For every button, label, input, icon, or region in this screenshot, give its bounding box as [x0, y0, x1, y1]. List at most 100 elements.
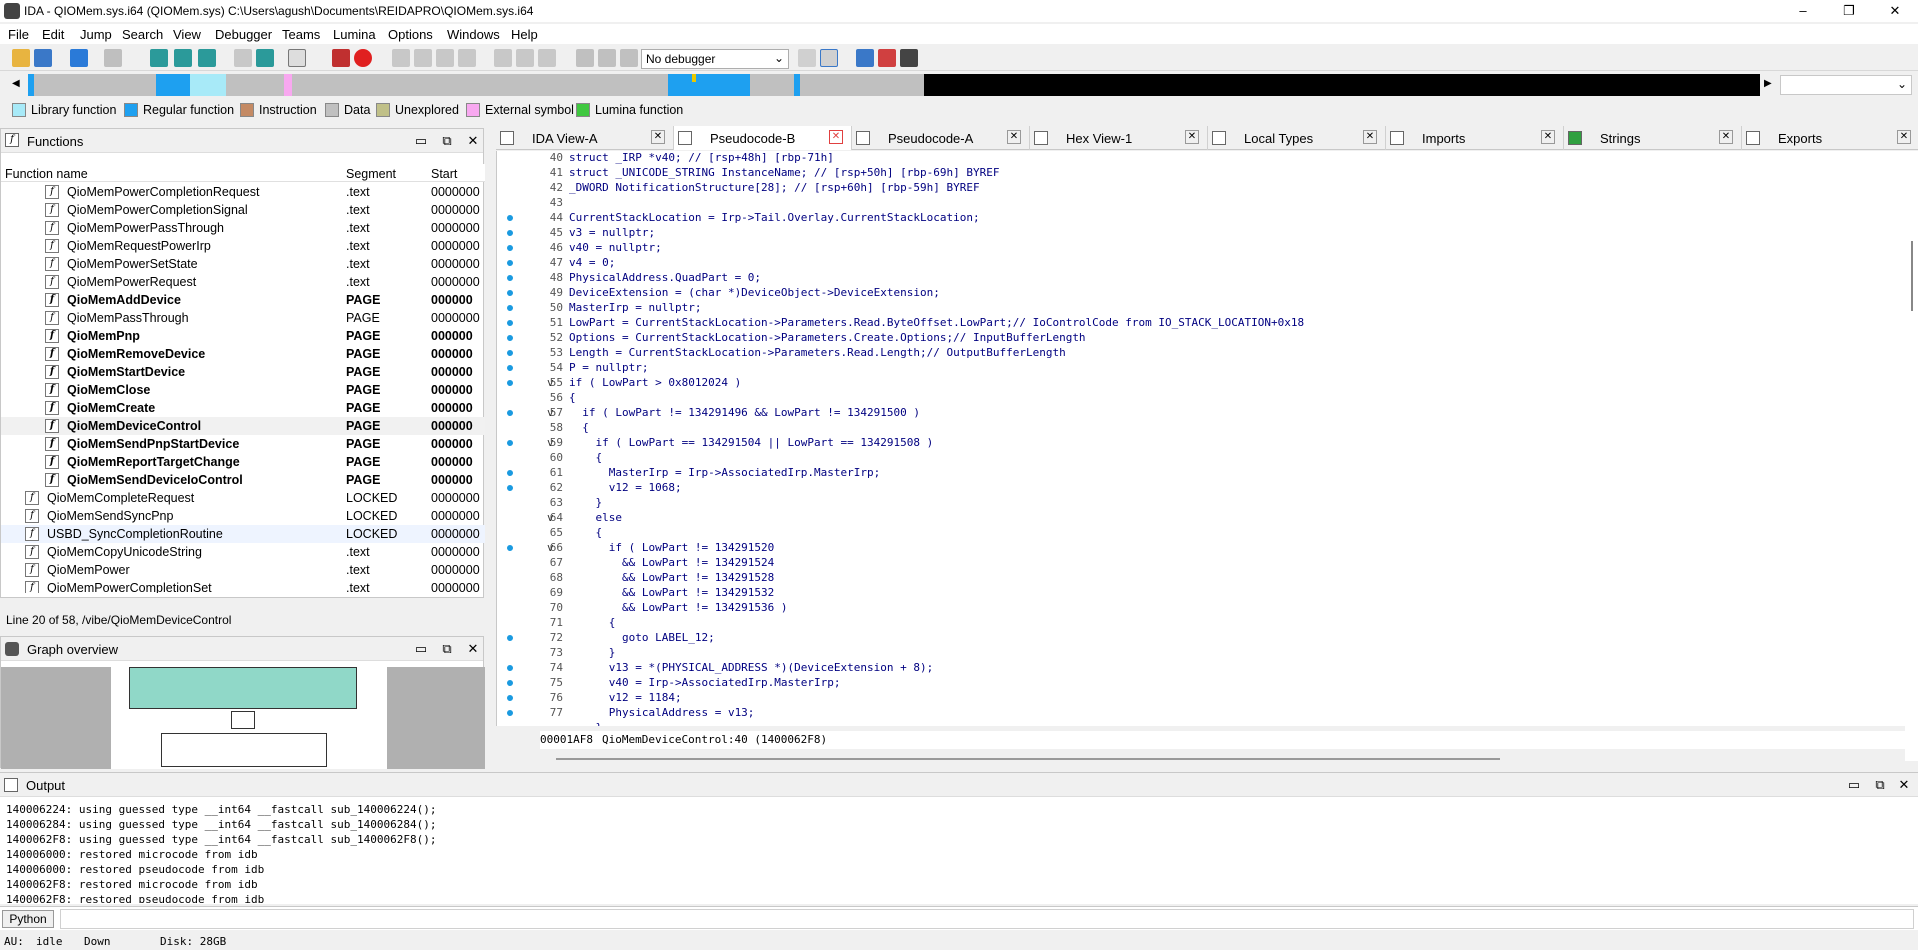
maximize-panel-icon[interactable]: ▭ — [413, 641, 429, 657]
code-line[interactable]: 61 MasterIrp = Irp->AssociatedIrp.Master… — [497, 466, 1907, 481]
tab-hex-view-1[interactable]: Hex View-1 ✕ — [1030, 126, 1208, 150]
fold-chevron-icon[interactable]: v — [547, 511, 554, 524]
code-line[interactable]: 63 } — [497, 496, 1907, 511]
source-debug-icon[interactable] — [820, 49, 838, 67]
function-row[interactable]: f QioMemPowerRequest .text 0000000 — [1, 273, 485, 291]
code-line[interactable]: 72 goto LABEL_12; — [497, 631, 1907, 646]
tab-imports[interactable]: Imports ✕ — [1386, 126, 1564, 150]
patch-icon[interactable] — [494, 49, 512, 67]
output-log[interactable]: 140006224: using guessed type __int64 __… — [6, 803, 1886, 903]
breakpoint-dot-icon[interactable] — [507, 710, 513, 716]
maximize-panel-icon[interactable]: ▭ — [1846, 777, 1862, 793]
menu-options[interactable]: Options — [388, 27, 433, 42]
code-line[interactable]: 65 { — [497, 526, 1907, 541]
close-tab-icon[interactable]: ✕ — [1007, 130, 1021, 144]
function-row[interactable]: f QioMemPowerCompletionSet .text 0000000 — [1, 579, 485, 593]
close-tab-icon[interactable]: ✕ — [651, 130, 665, 144]
float-panel-icon[interactable]: ⧉ — [439, 641, 455, 657]
tab-exports[interactable]: Exports ✕ — [1742, 126, 1918, 150]
menu-teams[interactable]: Teams — [282, 27, 320, 42]
float-panel-icon[interactable]: ⧉ — [1872, 777, 1888, 793]
close-tab-icon[interactable]: ✕ — [1185, 130, 1199, 144]
code-line[interactable]: 55 v if ( LowPart > 0x8012024 ) — [497, 376, 1907, 391]
function-row[interactable]: f QioMemDeviceControl PAGE 000000 — [1, 417, 485, 435]
code-line[interactable]: 48 PhysicalAddress.QuadPart = 0; — [497, 271, 1907, 286]
code-line[interactable]: 45 v3 = nullptr; — [497, 226, 1907, 241]
maximize-button[interactable]: ❐ — [1826, 0, 1872, 22]
breakpoint-dot-icon[interactable] — [507, 365, 513, 371]
function-row[interactable]: f QioMemAddDevice PAGE 000000 — [1, 291, 485, 309]
breakpoint-icon[interactable] — [332, 49, 350, 67]
horizontal-scrollbar[interactable] — [556, 758, 1500, 760]
code-line[interactable]: 64 v else — [497, 511, 1907, 526]
code-line[interactable]: 49 DeviceExtension = (char *)DeviceObject… — [497, 286, 1907, 301]
open-icon[interactable] — [12, 49, 30, 67]
breakpoint-dot-icon[interactable] — [507, 290, 513, 296]
python-language-button[interactable]: Python — [2, 910, 54, 928]
fold-chevron-icon[interactable]: v — [547, 436, 554, 449]
menu-edit[interactable]: Edit — [42, 27, 64, 42]
maximize-panel-icon[interactable]: ▭ — [413, 133, 429, 149]
code-line[interactable]: 41 struct _UNICODE_STRING InstanceName; /… — [497, 166, 1907, 181]
breakpoint-dot-icon[interactable] — [507, 380, 513, 386]
breakpoint-dot-icon[interactable] — [507, 245, 513, 251]
function-row[interactable]: f QioMemPowerPassThrough .text 0000000 — [1, 219, 485, 237]
breakpoint-dot-icon[interactable] — [507, 410, 513, 416]
breakpoint-dot-icon[interactable] — [507, 260, 513, 266]
code-line[interactable]: 42 _DWORD NotificationStructure[28]; // [… — [497, 181, 1907, 196]
close-tab-icon[interactable]: ✕ — [1363, 130, 1377, 144]
close-tab-icon[interactable]: ✕ — [829, 130, 843, 144]
back-icon[interactable] — [70, 49, 88, 67]
offset-icon[interactable] — [458, 49, 476, 67]
menu-jump[interactable]: Jump — [80, 27, 112, 42]
function-row[interactable]: f QioMemCreate PAGE 000000 — [1, 399, 485, 417]
play-icon[interactable] — [576, 49, 594, 67]
menu-file[interactable]: File — [8, 27, 29, 42]
code-line[interactable]: 43 — [497, 196, 1907, 211]
breakpoint-dot-icon[interactable] — [507, 275, 513, 281]
pseudocode-lines[interactable]: 40 struct _IRP *v40; // [rsp+48h] [rbp-71… — [497, 151, 1907, 726]
tab-pseudocode-b[interactable]: Pseudocode-B ✕ — [674, 126, 852, 150]
breakpoint-dot-icon[interactable] — [507, 680, 513, 686]
function-row[interactable]: f QioMemSendDeviceIoControl PAGE 000000 — [1, 471, 485, 489]
function-row[interactable]: f QioMemPowerCompletionRequest .text 000000… — [1, 183, 485, 201]
function-row[interactable]: f QioMemRequestPowerIrp .text 0000000 — [1, 237, 485, 255]
breakpoint-dot-icon[interactable] — [507, 440, 513, 446]
code-line[interactable]: 60 { — [497, 451, 1907, 466]
breakpoint-dot-icon[interactable] — [507, 545, 513, 551]
breakpoint-dot-icon[interactable] — [507, 470, 513, 476]
code-line[interactable]: 57 v if ( LowPart != 134291496 && LowPart… — [497, 406, 1907, 421]
function-row[interactable]: f QioMemPowerCompletionSignal .text 0000000 — [1, 201, 485, 219]
function-row[interactable]: f USBD_SyncCompletionRoutine LOCKED 0000000 — [1, 525, 485, 543]
function-icon[interactable] — [174, 49, 192, 67]
breakpoint-dot-icon[interactable] — [507, 335, 513, 341]
function-row[interactable]: f QioMemPower .text 0000000 — [1, 561, 485, 579]
fold-chevron-icon[interactable]: v — [547, 376, 554, 389]
function-row[interactable]: f QioMemPassThrough PAGE 0000000 — [1, 309, 485, 327]
breakpoint-dot-icon[interactable] — [507, 485, 513, 491]
function-row[interactable]: f QioMemPnp PAGE 000000 — [1, 327, 485, 345]
code-line[interactable]: 44 CurrentStackLocation = Irp->Tail.Overl… — [497, 211, 1907, 226]
col-start[interactable]: Start — [431, 167, 457, 181]
struct-icon[interactable] — [414, 49, 432, 67]
breakpoint-dot-icon[interactable] — [507, 230, 513, 236]
debugger-select[interactable]: No debugger ⌄ — [641, 49, 789, 69]
code-line[interactable]: 75 v40 = Irp->AssociatedIrp.MasterIrp; — [497, 676, 1907, 691]
bullet-list-icon[interactable] — [900, 49, 918, 67]
menu-lumina[interactable]: Lumina — [333, 27, 376, 42]
fold-chevron-icon[interactable]: v — [547, 406, 554, 419]
tab-local-types[interactable]: Local Types ✕ — [1208, 126, 1386, 150]
code-line[interactable]: 62 v12 = 1068; — [497, 481, 1907, 496]
navigation-strip[interactable] — [28, 74, 1760, 96]
function-row[interactable]: f QioMemStartDevice PAGE 000000 — [1, 363, 485, 381]
jump-arrow-icon[interactable] — [256, 49, 274, 67]
function-row[interactable]: f QioMemSendSyncPnp LOCKED 0000000 — [1, 507, 485, 525]
close-panel-icon[interactable]: ✕ — [1896, 777, 1912, 793]
record-icon[interactable] — [354, 49, 372, 67]
tab-strings[interactable]: Strings ✕ — [1564, 126, 1742, 150]
python-input[interactable] — [60, 909, 1914, 929]
breakpoint-dot-icon[interactable] — [507, 635, 513, 641]
close-tab-icon[interactable]: ✕ — [1897, 130, 1911, 144]
col-function-name[interactable]: Function name — [5, 167, 88, 181]
nav-right-icon[interactable]: ▶ — [1764, 78, 1772, 89]
